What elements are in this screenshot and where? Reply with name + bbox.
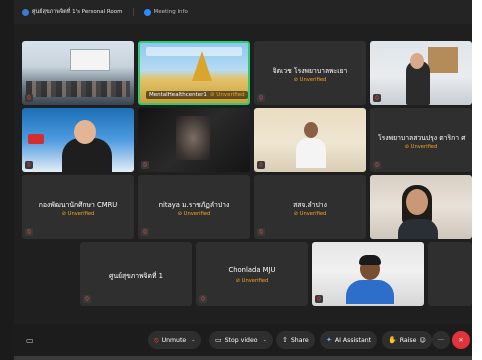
mic-muted-icon: ⦸ [83,295,91,303]
meeting-toolbar: ▭ ⦸ Unmute ⌄ ▭ Stop video ⌄ ⇧ Share ✦ AI… [14,324,472,356]
blurred-face [176,116,210,160]
participant-tile[interactable] [370,175,472,239]
logo-sign [28,134,44,144]
participant-face [304,122,318,138]
participant-body [296,138,326,168]
participant-name: จิตเวช โรงพยาบาลพะเยา [272,67,348,75]
mic-muted-icon: ⦸ [25,94,33,102]
participant-tile[interactable]: ⦸ [22,41,134,105]
background-shelf [428,47,458,73]
mic-muted-icon: ⦸ [373,161,381,169]
unverified-label: ⊘ Unverified [209,92,245,98]
chevron-down-icon[interactable]: ⌄ [263,337,267,343]
title-bar: ศูนย์สุขภาพจิตที่ 1's Personal Room Meet… [14,0,472,24]
right-frame [472,0,482,360]
chevron-down-icon[interactable]: ⌄ [191,337,195,343]
group-of-people [26,81,130,97]
participant-tile[interactable]: กองพัฒนานักศึกษา CMRU ⊘ Unverified ⦸ [22,175,134,239]
participant-body [398,219,438,239]
ai-assistant-icon: ✦ [326,336,332,344]
mic-muted-icon: ⦸ [25,161,33,169]
unverified-label: ⊘ Unverified [177,211,211,217]
participant-tile[interactable]: ⦸ [312,242,424,306]
end-call-icon: ✕ [458,336,464,344]
mic-muted-icon: ⦸ [257,228,265,236]
ai-assistant-button[interactable]: ✦ AI Assistant [320,331,378,349]
meeting-room-tab[interactable]: ศูนย์สุขภาพจิตที่ 1's Personal Room [22,8,123,16]
participant-name: โรงพยาบาลสวนปรุง ตาริกา ศ [378,134,466,142]
raise-label: Raise [399,336,417,344]
participant-tile[interactable]: ⦸ [370,41,472,105]
participant-name: กองพัฒนานักศึกษา CMRU [38,201,118,209]
meeting-window: ศูนย์สุขภาพจิตที่ 1's Personal Room Meet… [14,0,472,356]
participant-tile-active-speaker[interactable]: MentalHealthcenter1 ⊘ Unverified [138,41,250,105]
participant-tile[interactable]: ⦸ [22,108,134,172]
mic-muted-icon: ⦸ [373,94,381,102]
participant-hair [359,255,381,265]
mic-muted-icon: ⦸ [154,335,159,344]
participant-tile[interactable]: nitaya ม.ราชภัฏลำปาง ⊘ Unverified ⦸ [138,175,250,239]
mic-muted-icon: ⦸ [315,295,323,303]
more-label: ··· [438,336,444,344]
participant-tag: MentalHealthcenter1 ⊘ Unverified [146,91,248,99]
temple-spire [192,51,212,81]
participant-face [406,189,428,215]
mic-muted-icon: ⦸ [257,161,265,169]
stop-video-label: Stop video [224,336,258,344]
participant-tile[interactable]: จิตเวช โรงพยาบาลพะเยา ⊘ Unverified ⦸ [254,41,366,105]
emoji-icon: ☺ [419,336,426,344]
participant-tile[interactable]: สสจ.ลำปาง ⊘ Unverified ⦸ [254,175,366,239]
participant-name: สสจ.ลำปาง [293,201,327,209]
unverified-label: ⊘ Unverified [293,211,327,217]
participant-name: MentalHealthcenter1 [149,92,207,98]
left-frame [0,0,14,360]
end-call-button[interactable]: ✕ [452,331,470,349]
stop-video-button[interactable]: ▭ Stop video ⌄ [209,331,273,349]
participant-tile[interactable]: ⦸ [254,108,366,172]
participant-tile[interactable]: โรงพยาบาลสวนปรุง ตาริกา ศ ⊘ Unverified ⦸ [370,108,472,172]
unmute-label: Unmute [161,336,187,344]
unverified-label: ⊘ Unverified [293,77,327,83]
ai-assistant-label: AI Assistant [334,336,372,344]
room-icon [22,8,29,16]
video-camera-icon: ▭ [215,336,222,344]
meeting-info-button[interactable]: Meeting Info [143,8,188,16]
more-options-button[interactable]: ··· [432,331,450,349]
participant-face [410,53,424,69]
hand-icon: ✋ [388,336,397,344]
mic-muted-icon: ⦸ [141,161,149,169]
unverified-label: ⊘ Unverified [404,144,438,150]
chat-icon[interactable]: ▭ [26,336,34,345]
participant-name: Chonlada MJU [228,266,276,274]
share-icon: ⇧ [282,336,288,344]
participant-tile[interactable]: ศูนย์สุขภาพจิตที่ 1 ⦸ [80,242,192,306]
raise-hand-button[interactable]: ✋ Raise ☺ [382,331,432,349]
unverified-label: ⊘ Unverified [235,278,269,284]
taskbar-strip [14,356,472,360]
participant-face [74,120,96,144]
share-label: Share [290,336,309,344]
unverified-label: ⊘ Unverified [61,211,95,217]
share-button[interactable]: ⇧ Share [276,331,315,349]
mic-muted-icon: ⦸ [141,228,149,236]
mic-muted-icon: ⦸ [257,94,265,102]
unmute-button[interactable]: ⦸ Unmute ⌄ [148,331,202,349]
participant-tile[interactable]: ⦸ [138,108,250,172]
info-icon [143,8,151,16]
participant-body [346,280,394,304]
mic-muted-icon: ⦸ [25,228,33,236]
participant-tile-partial[interactable] [428,242,472,306]
mic-muted-icon: ⦸ [199,295,207,303]
participant-name: nitaya ม.ราชภัฏลำปาง [158,201,230,209]
projector-screen [70,49,110,71]
meeting-info-label: Meeting Info [153,9,188,15]
meeting-room-title: ศูนย์สุขภาพจิตที่ 1's Personal Room [32,9,123,15]
participant-tile[interactable]: Chonlada MJU ⊘ Unverified ⦸ [196,242,308,306]
participant-name: ศูนย์สุขภาพจิตที่ 1 [109,272,163,280]
title-separator [132,8,134,16]
